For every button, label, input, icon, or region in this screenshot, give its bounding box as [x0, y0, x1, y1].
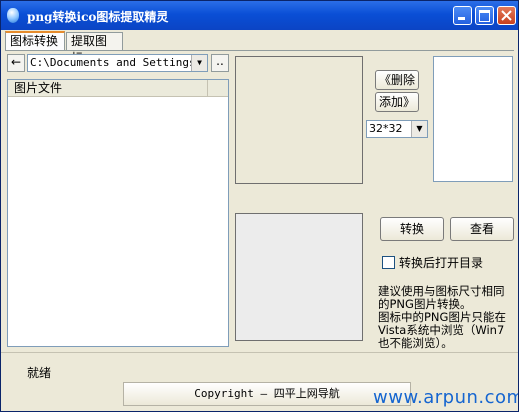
path-value: C:\Documents and Settings\A: [30, 56, 208, 69]
minimize-icon: [458, 17, 465, 20]
icon-size-select[interactable]: 32*32 ▼: [366, 120, 428, 138]
column-header-image-file[interactable]: 图片文件: [8, 80, 208, 97]
browse-button[interactable]: ..: [211, 54, 229, 72]
icon-size-list[interactable]: [433, 56, 513, 182]
chevron-down-icon[interactable]: ▼: [191, 55, 207, 71]
app-window: png转换ico图标提取精灵 图标转换 提取图标 ← C:\Documents …: [0, 0, 519, 412]
maximize-icon: [479, 10, 490, 22]
icon-preview: [235, 213, 363, 341]
usage-note: 建议使用与图标尺寸相同的PNG图片转换。 图标中的PNG图片只能在Vista系统…: [378, 285, 514, 350]
add-button[interactable]: 添加》: [375, 92, 419, 112]
source-image-preview: [235, 56, 363, 184]
app-drop-icon: [7, 8, 19, 23]
open-dir-label[interactable]: 转换后打开目录: [399, 254, 483, 271]
note-line-2: 图标中的PNG图片只能在Vista系统中浏览（Win7也不能浏览）。: [378, 310, 506, 350]
status-text: 就绪: [27, 366, 52, 380]
convert-button[interactable]: 转换: [380, 217, 444, 241]
icon-size-value: 32*32: [369, 122, 403, 135]
delete-button[interactable]: 《删除: [375, 70, 419, 90]
minimize-button[interactable]: [453, 6, 472, 25]
back-arrow-icon: ←: [10, 55, 22, 69]
note-line-1: 建议使用与图标尺寸相同的PNG图片转换。: [378, 284, 505, 311]
window-title: png转换ico图标提取精灵: [27, 10, 169, 24]
title-bar[interactable]: png转换ico图标提取精灵: [1, 1, 518, 30]
close-button[interactable]: [497, 6, 516, 25]
view-button[interactable]: 查看: [450, 217, 514, 241]
tab-icon-convert[interactable]: 图标转换: [5, 31, 65, 51]
close-icon: [501, 10, 512, 21]
open-dir-checkbox[interactable]: [382, 256, 395, 269]
back-button[interactable]: ←: [7, 54, 25, 72]
column-header-spacer: [208, 80, 228, 97]
image-file-list[interactable]: 图片文件: [7, 79, 229, 347]
watermark-text: www.arpun.com: [373, 387, 519, 408]
path-select[interactable]: C:\Documents and Settings\A ▼: [27, 54, 208, 72]
maximize-button[interactable]: [475, 6, 494, 25]
chevron-down-icon[interactable]: ▼: [411, 121, 427, 137]
copyright-button[interactable]: Copyright — 四平上网导航: [123, 382, 411, 406]
tab-extract-icon[interactable]: 提取图标: [66, 32, 123, 65]
